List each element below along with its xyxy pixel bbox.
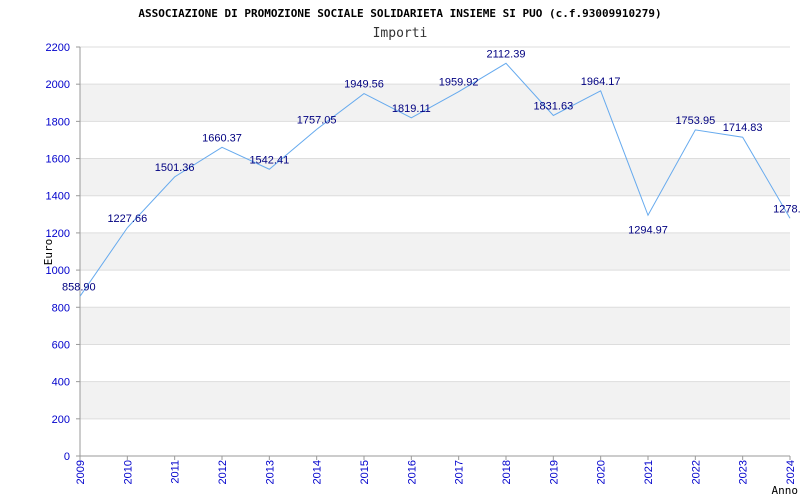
chart-title: ASSOCIAZIONE DI PROMOZIONE SOCIALE SOLID… — [138, 7, 661, 20]
y-tick-label: 2000 — [46, 79, 70, 91]
x-tick-label: 2019 — [548, 460, 560, 484]
data-label: 1294.97 — [628, 224, 668, 236]
x-tick-label: 2024 — [785, 460, 797, 484]
y-tick-label: 1800 — [46, 116, 70, 128]
data-label: 1501.36 — [155, 162, 195, 174]
x-tick-label: 2016 — [406, 460, 418, 484]
data-label: 1964.17 — [581, 76, 621, 88]
x-axis-ticks: 2009 2010 2011 2012 2013 2014 2015 2016 2017 2018… — [75, 456, 797, 484]
data-label: 1278.7 — [773, 203, 800, 215]
data-label: 2112.39 — [487, 48, 526, 60]
chart-subtitle: Importi — [373, 26, 428, 41]
data-label: 1660.37 — [202, 132, 242, 144]
y-tick-label: 0 — [64, 451, 70, 463]
x-axis-label: Anno — [772, 484, 799, 497]
data-label: 1831.63 — [533, 100, 573, 112]
y-tick-label: 800 — [52, 302, 70, 314]
data-label: 1753.95 — [675, 115, 715, 127]
x-tick-label: 2011 — [170, 460, 182, 484]
y-axis-label: Euro — [42, 239, 55, 266]
x-tick-label: 2022 — [690, 460, 702, 484]
x-tick-label: 2013 — [264, 460, 276, 484]
x-tick-label: 2017 — [454, 460, 466, 484]
data-label: 1819.11 — [392, 103, 431, 115]
plot-band — [80, 232, 790, 271]
x-tick-label: 2012 — [217, 460, 229, 484]
data-label: 1949.56 — [344, 79, 384, 91]
plot-band — [80, 307, 790, 345]
x-tick-label: 2021 — [643, 460, 655, 484]
x-tick-label: 2023 — [738, 460, 750, 484]
x-tick-label: 2009 — [75, 460, 87, 484]
plot-band — [80, 381, 790, 419]
y-tick-label: 1600 — [46, 154, 70, 166]
x-tick-label: 2020 — [596, 460, 608, 484]
data-label: 858.90 — [62, 281, 96, 293]
data-label: 1959.92 — [439, 77, 479, 89]
x-tick-label: 2014 — [312, 460, 324, 484]
data-label: 1227.66 — [107, 213, 147, 225]
y-tick-label: 1200 — [46, 228, 70, 240]
data-label: 1542.41 — [249, 154, 289, 166]
y-tick-label: 600 — [52, 339, 70, 351]
data-label: 1757.05 — [297, 114, 337, 126]
y-tick-label: 2200 — [46, 42, 70, 54]
x-tick-label: 2010 — [122, 460, 134, 484]
plot-bands — [80, 84, 790, 419]
x-tick-label: 2015 — [359, 460, 371, 484]
y-tick-label: 200 — [52, 414, 70, 426]
line-chart: ASSOCIAZIONE DI PROMOZIONE SOCIALE SOLID… — [42, 7, 800, 497]
data-label: 1714.83 — [723, 122, 763, 134]
y-tick-label: 1400 — [46, 191, 70, 203]
y-tick-label: 1000 — [46, 265, 70, 277]
x-tick-label: 2018 — [501, 460, 513, 484]
y-tick-label: 400 — [52, 377, 70, 389]
